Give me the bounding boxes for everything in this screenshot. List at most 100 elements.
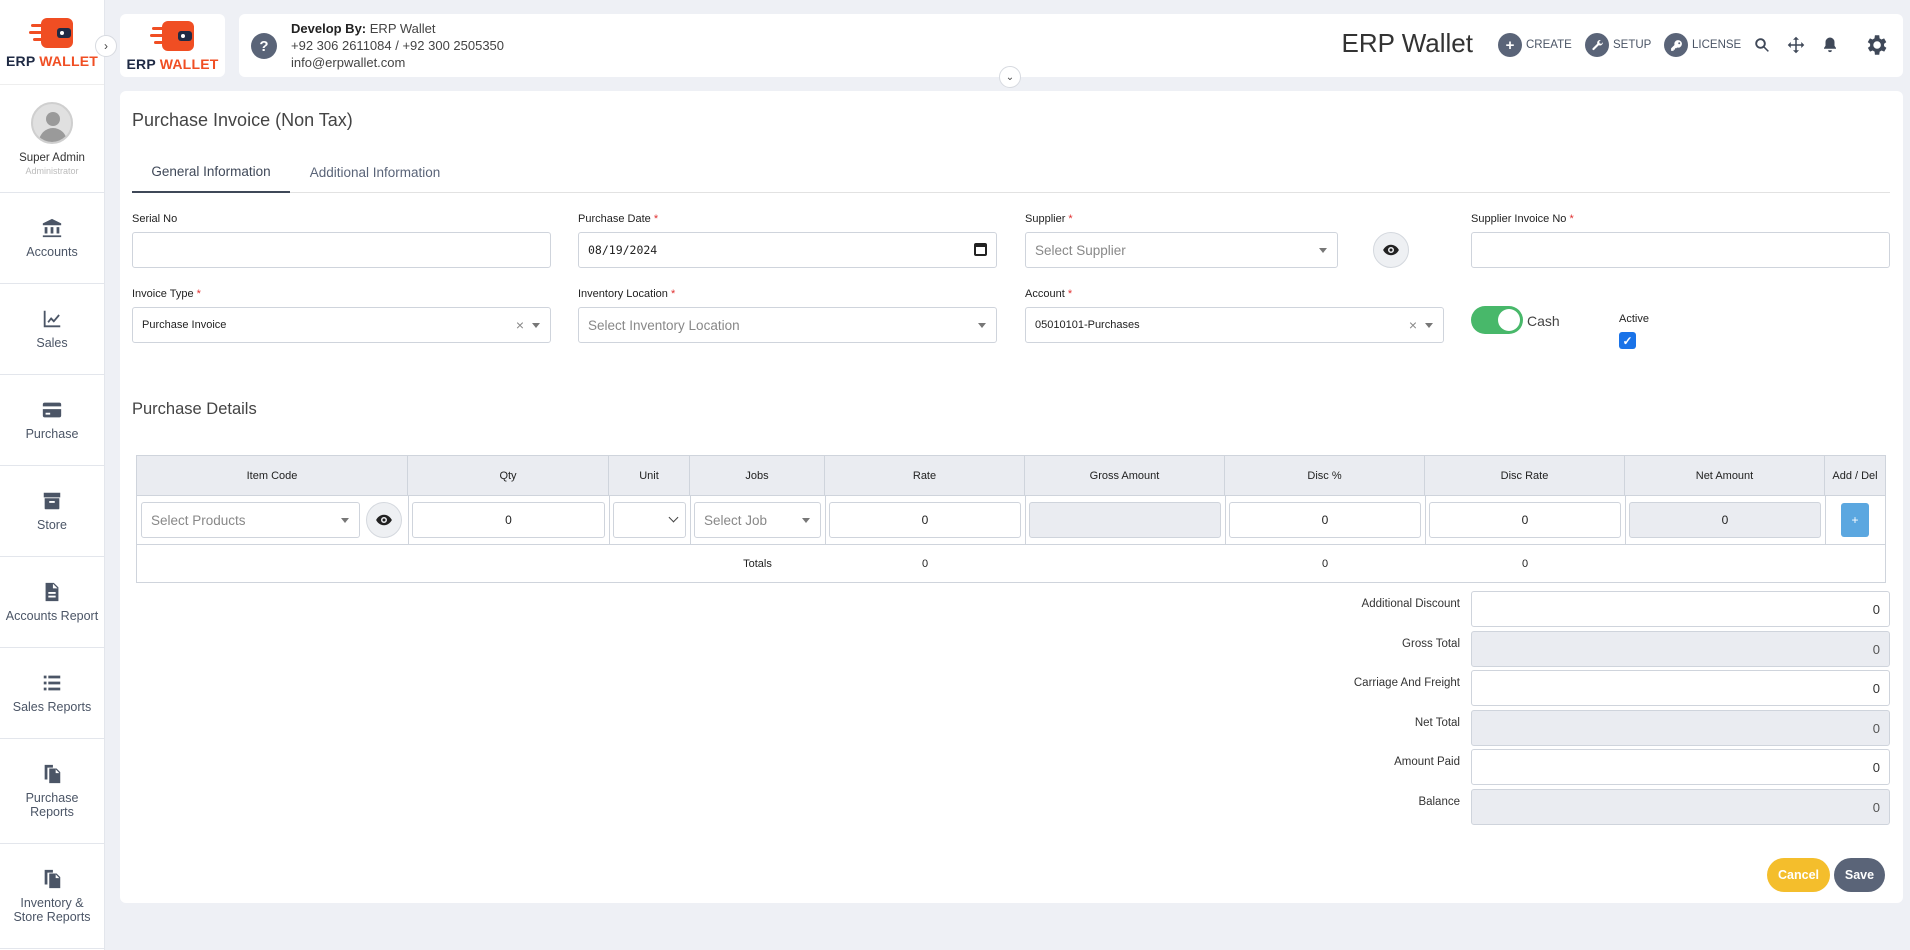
- column-header: Rate: [825, 456, 1025, 496]
- file-text-icon: [45, 582, 59, 602]
- search-icon[interactable]: [1753, 36, 1771, 54]
- caret-down-icon: [1425, 323, 1433, 328]
- eye-icon: [1383, 244, 1399, 256]
- sidebar-item-accounts[interactable]: Accounts: [0, 193, 104, 284]
- product-placeholder: Select Products: [151, 512, 246, 528]
- sidebar-item-accounts-report[interactable]: Accounts Report: [0, 557, 104, 648]
- clear-icon[interactable]: ×: [516, 317, 524, 333]
- supplier-select[interactable]: Select Supplier: [1025, 232, 1338, 268]
- inventory-location-select[interactable]: Select Inventory Location: [578, 307, 997, 343]
- account-select[interactable]: 05010101-Purchases ×: [1025, 307, 1444, 343]
- wallet-logo-icon: [149, 19, 196, 53]
- create-button[interactable]: + CREATE: [1498, 33, 1572, 57]
- add-row-button[interactable]: +: [1841, 503, 1869, 537]
- gear-icon[interactable]: [1863, 32, 1889, 58]
- invoice-type-label: Invoice Type *: [132, 288, 201, 300]
- setup-button[interactable]: SETUP: [1585, 33, 1651, 57]
- calendar-icon[interactable]: [974, 243, 987, 256]
- avatar: [31, 101, 73, 144]
- move-icon[interactable]: [1787, 36, 1805, 54]
- bank-icon: [42, 218, 62, 238]
- column-header: Net Amount: [1625, 456, 1825, 496]
- job-select[interactable]: Select Job: [694, 502, 821, 538]
- view-supplier-button[interactable]: [1373, 232, 1409, 268]
- purchase-date-label: Purchase Date *: [578, 213, 659, 225]
- wrench-icon: [1585, 33, 1609, 57]
- archive-box-icon: [43, 492, 61, 510]
- inventory-location-label: Inventory Location *: [578, 288, 676, 300]
- active-checkbox[interactable]: ✓: [1619, 332, 1636, 349]
- header-expand-button[interactable]: ⌄: [999, 66, 1021, 88]
- logo-text: ERP WALLET: [126, 56, 219, 72]
- create-label: CREATE: [1526, 39, 1572, 51]
- cash-toggle[interactable]: [1471, 306, 1523, 334]
- sidebar-item-label: Purchase Reports: [25, 791, 79, 819]
- amount-paid-input[interactable]: 0: [1471, 749, 1890, 785]
- top-header: ? Develop By: ERP Wallet +92 306 2611084…: [239, 14, 1903, 77]
- toggle-knob: [1498, 309, 1520, 331]
- supplier-invoice-no-input[interactable]: [1471, 232, 1890, 268]
- bell-icon[interactable]: [1821, 36, 1839, 54]
- additional-discount-input[interactable]: 0: [1471, 591, 1890, 627]
- totals-disc-rate: 0: [1521, 558, 1529, 570]
- carriage-freight-label: Carriage And Freight: [1353, 677, 1460, 689]
- purchase-details-table: Item Code Qty Unit Jobs Rate Gross Amoun…: [136, 455, 1886, 583]
- product-select[interactable]: Select Products: [141, 502, 360, 538]
- job-placeholder: Select Job: [704, 512, 768, 528]
- contact-phones: +92 306 2611084 / +92 300 2505350: [291, 38, 505, 53]
- sidebar-item-sales-reports[interactable]: Sales Reports: [0, 648, 104, 739]
- supplier-invoice-no-label: Supplier Invoice No *: [1471, 213, 1574, 225]
- gross-total-input: 0: [1471, 631, 1890, 667]
- caret-down-icon: [802, 518, 810, 523]
- disc-rate-input[interactable]: 0: [1429, 502, 1621, 538]
- view-product-button[interactable]: [366, 502, 402, 538]
- user-name: Super Admin: [19, 151, 85, 164]
- balance-input: 0: [1471, 789, 1890, 825]
- invoice-type-select[interactable]: Purchase Invoice ×: [132, 307, 551, 343]
- tab-additional-information[interactable]: Additional Information: [290, 151, 460, 193]
- totals-label: Totals: [743, 558, 772, 570]
- supplier-placeholder: Select Supplier: [1035, 242, 1126, 258]
- chart-line-icon: [43, 310, 61, 328]
- serial-no-input[interactable]: [132, 232, 551, 268]
- develop-by-value: ERP Wallet: [369, 21, 436, 36]
- sidebar-item-sales[interactable]: Sales: [0, 284, 104, 375]
- unit-select[interactable]: [613, 502, 686, 538]
- sidebar-toggle-button[interactable]: ›: [95, 35, 117, 57]
- column-header: Jobs: [690, 456, 825, 496]
- eye-icon: [376, 514, 392, 526]
- table-totals-row: Totals 0 0 0: [137, 544, 1885, 584]
- sidebar-item-store[interactable]: Store: [0, 466, 104, 557]
- carriage-freight-input[interactable]: 0: [1471, 670, 1890, 706]
- cancel-button[interactable]: Cancel: [1767, 858, 1830, 892]
- setup-label: SETUP: [1613, 39, 1652, 51]
- help-icon[interactable]: ?: [251, 33, 277, 59]
- contact-email[interactable]: info@erpwallet.com: [291, 54, 504, 71]
- credit-card-icon: [42, 402, 62, 418]
- save-button[interactable]: Save: [1834, 858, 1885, 892]
- additional-discount-label: Additional Discount: [1361, 598, 1460, 610]
- inventory-location-placeholder: Select Inventory Location: [588, 317, 740, 333]
- rate-input[interactable]: 0: [829, 502, 1021, 538]
- balance-label: Balance: [1418, 796, 1460, 808]
- license-button[interactable]: LICENSE: [1664, 33, 1741, 57]
- invoice-type-value: Purchase Invoice: [142, 319, 227, 331]
- sidebar-logo[interactable]: ERP WALLET: [0, 0, 104, 85]
- amount-paid-label: Amount Paid: [1394, 756, 1460, 768]
- sidebar-item-inventory-store-reports[interactable]: Inventory & Store Reports: [0, 844, 104, 949]
- qty-input[interactable]: 0: [412, 502, 605, 538]
- user-profile[interactable]: Super Admin Administrator: [0, 85, 104, 193]
- chevron-down-icon: [668, 512, 679, 523]
- sidebar: ERP WALLET Super Admin Administrator Acc…: [0, 0, 105, 950]
- clear-icon[interactable]: ×: [1409, 317, 1417, 333]
- develop-by-label: Develop By:: [291, 21, 367, 36]
- header-logo[interactable]: ERP WALLET: [120, 14, 225, 77]
- sidebar-item-purchase[interactable]: Purchase: [0, 375, 104, 466]
- sidebar-item-purchase-reports[interactable]: Purchase Reports: [0, 739, 104, 844]
- sidebar-item-label: Sales Reports: [12, 700, 92, 714]
- tab-general-information[interactable]: General Information: [132, 151, 290, 193]
- gross-amount-input: [1029, 502, 1221, 538]
- purchase-date-input[interactable]: 08/19/2024: [578, 232, 997, 268]
- disc-pct-input[interactable]: 0: [1229, 502, 1421, 538]
- totals-rate: 0: [921, 558, 929, 570]
